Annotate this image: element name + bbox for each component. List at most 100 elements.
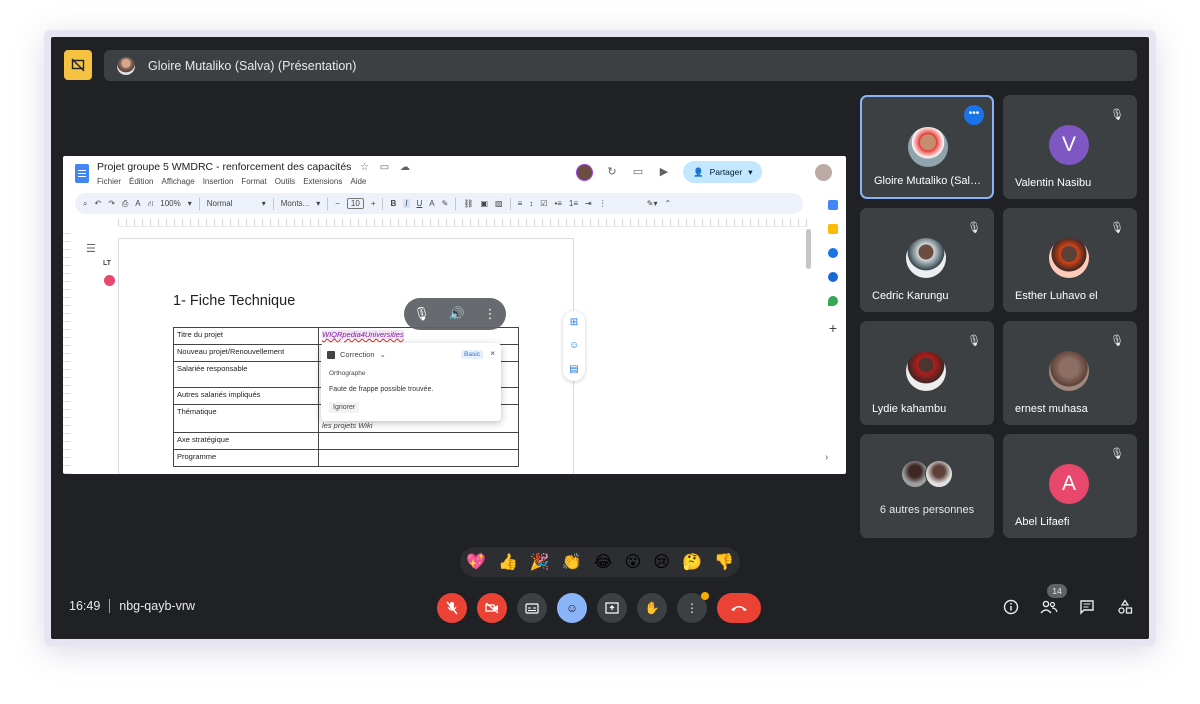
camera-toggle-button[interactable] xyxy=(477,593,507,623)
keep-icon[interactable] xyxy=(828,224,838,234)
participant-tile[interactable]: 🎙 A Abel Lifaefi xyxy=(1003,434,1137,538)
leave-call-button[interactable] xyxy=(717,593,761,623)
editing-mode-icon[interactable]: ✎▾ xyxy=(647,199,658,208)
table-cell[interactable] xyxy=(318,432,519,450)
raise-hand-button[interactable]: ✋ xyxy=(637,593,667,623)
menu-item[interactable]: Fichier xyxy=(97,177,121,186)
add-comment-icon[interactable]: ⊞ xyxy=(570,317,578,328)
user-avatar[interactable] xyxy=(815,164,832,181)
menu-item[interactable]: Insertion xyxy=(203,177,234,186)
contacts-icon[interactable] xyxy=(828,272,838,282)
checklist-icon[interactable]: ☑ xyxy=(540,199,547,208)
chevron-right-icon[interactable]: › xyxy=(825,452,828,463)
font-size-input[interactable]: 10 xyxy=(346,198,364,209)
present-button[interactable] xyxy=(597,593,627,623)
activities-button[interactable] xyxy=(1115,597,1135,617)
font-select[interactable]: Monts... xyxy=(281,199,309,208)
comment-icon[interactable]: ▭ xyxy=(631,165,645,179)
meet-icon[interactable]: ▶ xyxy=(657,165,671,179)
chevron-down-icon[interactable]: ⌄ xyxy=(380,350,386,359)
mic-toggle-button[interactable] xyxy=(437,593,467,623)
shared-screen[interactable]: Projet groupe 5 WMDRC - renforcement des… xyxy=(63,156,846,474)
meeting-details-button[interactable] xyxy=(1001,597,1021,617)
clap-reaction[interactable]: 👏 xyxy=(562,552,582,572)
others-tile[interactable]: 6 autres personnes xyxy=(860,434,994,538)
menu-item[interactable]: Outils xyxy=(275,177,295,186)
thinking-reaction[interactable]: 🤔 xyxy=(682,552,702,572)
outline-icon[interactable]: ☰ xyxy=(86,242,96,255)
zoom-select[interactable]: 100% xyxy=(160,199,180,208)
calendar-icon[interactable] xyxy=(828,200,838,210)
text-color-icon[interactable]: A xyxy=(429,199,434,208)
menu-item[interactable]: Extensions xyxy=(303,177,342,186)
line-spacing-icon[interactable]: ↕ xyxy=(529,199,533,208)
table-cell[interactable]: WIQRpedia4Universities xyxy=(318,327,519,345)
suggest-edit-icon[interactable]: ▤ xyxy=(569,364,578,375)
print-icon[interactable]: ⎙ xyxy=(122,199,128,209)
reactions-button[interactable]: ☺ xyxy=(557,593,587,623)
numbered-list-icon[interactable]: 1≡ xyxy=(569,199,578,208)
underline-icon[interactable]: U xyxy=(417,199,423,208)
link-icon[interactable]: ⛓ xyxy=(463,199,473,208)
thumbs-up-reaction[interactable]: 👍 xyxy=(498,552,518,572)
more-options-icon[interactable]: ⋮ xyxy=(484,306,497,322)
participant-name: Cedric Karungu xyxy=(872,290,949,302)
paint-format-icon[interactable]: ⛙ xyxy=(148,199,154,209)
align-icon[interactable]: ≡ xyxy=(518,199,523,208)
party-reaction[interactable]: 🎉 xyxy=(530,552,550,572)
menu-item[interactable]: Édition xyxy=(129,177,153,186)
maps-icon[interactable] xyxy=(828,296,838,306)
languagetool-icon[interactable]: LT xyxy=(103,260,111,267)
highlight-icon[interactable]: ✎ xyxy=(442,199,449,208)
laugh-reaction[interactable]: 😂 xyxy=(594,552,613,572)
scrollbar[interactable] xyxy=(806,229,811,269)
increase-font-icon[interactable]: + xyxy=(371,199,376,208)
decrease-font-icon[interactable]: − xyxy=(335,199,340,208)
history-icon[interactable]: ↻ xyxy=(605,165,619,179)
menu-item[interactable]: Affichage xyxy=(161,177,194,186)
image-icon[interactable]: ▨ xyxy=(495,199,503,208)
heart-reaction[interactable]: 💖 xyxy=(466,552,486,572)
table-cell[interactable] xyxy=(318,449,519,467)
undo-icon[interactable]: ↶ xyxy=(94,199,101,208)
volume-icon[interactable]: 🔊 xyxy=(449,306,465,322)
more-options-icon[interactable]: ••• xyxy=(964,105,984,125)
people-button[interactable] xyxy=(1039,597,1059,617)
more-options-button[interactable]: ⋮ xyxy=(677,592,709,623)
stop-presenting-button[interactable] xyxy=(64,50,92,80)
bullet-list-icon[interactable]: •≡ xyxy=(554,199,561,208)
close-icon[interactable]: × xyxy=(490,349,495,358)
captions-button[interactable] xyxy=(517,593,547,623)
indent-icon[interactable]: ⇥ xyxy=(585,199,592,208)
link-text[interactable]: WIQRpedia4Universities xyxy=(322,330,404,339)
menu-item[interactable]: Format xyxy=(241,177,266,186)
surprised-reaction[interactable]: 😮 xyxy=(625,552,642,572)
participant-tile[interactable]: 🎙 Esther Luhavo el xyxy=(1003,208,1137,312)
thumbs-down-reaction[interactable]: 👎 xyxy=(714,552,734,572)
redo-icon[interactable]: ↷ xyxy=(108,199,115,208)
add-comment-icon[interactable]: ▣ xyxy=(480,199,488,208)
grammar-badge-icon[interactable] xyxy=(104,275,115,286)
style-select[interactable]: Normal xyxy=(207,199,255,208)
share-button[interactable]: 👤 Partager ▾ xyxy=(683,161,763,183)
search-icon[interactable]: ⌕ xyxy=(83,199,87,209)
participant-tile[interactable]: 🎙 Cedric Karungu xyxy=(860,208,994,312)
emoji-icon[interactable]: ☺ xyxy=(569,340,579,351)
menu-item[interactable]: Aide xyxy=(350,177,366,186)
participant-tile[interactable]: ••• Gloire Mutaliko (Salva) xyxy=(860,95,994,199)
ignore-button[interactable]: Ignorer xyxy=(329,402,360,413)
participant-tile[interactable]: 🎙 ernest muhasa xyxy=(1003,321,1137,425)
more-icon[interactable]: ⋮ xyxy=(599,199,607,208)
participant-tile[interactable]: 🎙 V Valentin Nasibu xyxy=(1003,95,1137,199)
chevron-up-icon[interactable]: ⌃ xyxy=(664,199,671,208)
chat-button[interactable] xyxy=(1077,597,1097,617)
bold-icon[interactable]: B xyxy=(390,199,396,208)
participant-tile[interactable]: 🎙 Lydie kahambu xyxy=(860,321,994,425)
sad-reaction[interactable]: 😢 xyxy=(653,552,670,572)
doc-top-right: ↻ ▭ ▶ 👤 Partager ▾ xyxy=(576,161,763,183)
tasks-icon[interactable] xyxy=(828,248,838,258)
italic-icon[interactable]: I xyxy=(403,199,410,208)
spellcheck-icon[interactable]: A xyxy=(135,199,140,208)
mic-off-icon[interactable]: 🎙 xyxy=(413,306,430,322)
add-icon[interactable]: + xyxy=(829,320,837,336)
